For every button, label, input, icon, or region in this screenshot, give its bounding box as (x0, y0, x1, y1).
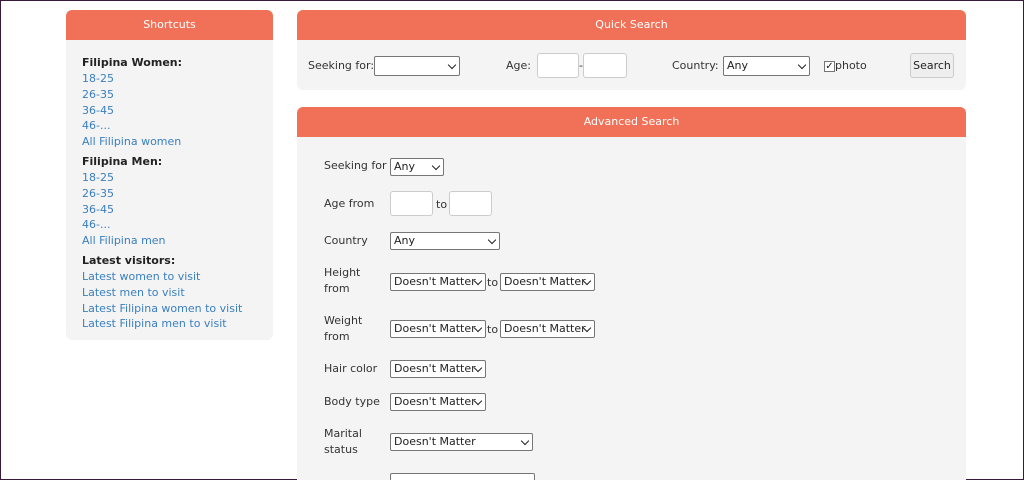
adv-country-select[interactable]: Any (390, 232, 500, 250)
adv-country-value: Any (394, 234, 416, 247)
age-label: Age: (506, 59, 531, 72)
adv-weight-to-select[interactable]: Doesn't Matter (500, 320, 595, 338)
seeking-label: Seeking for: (308, 59, 375, 72)
quick-search-panel: Quick Search Seeking for: Age: - Country… (297, 10, 966, 90)
shortcuts-title: Shortcuts (66, 10, 273, 40)
adv-marital-label-2: status (324, 443, 358, 456)
adv-weight-to-text: to (487, 323, 499, 336)
advanced-search-title: Advanced Search (297, 107, 966, 137)
adv-body-select[interactable]: Doesn't Matter (390, 393, 486, 411)
adv-height-to-text: to (487, 276, 499, 289)
adv-seeking-label: Seeking for (324, 159, 387, 172)
adv-next-select[interactable] (390, 473, 535, 480)
adv-height-label-2: from (324, 282, 350, 295)
latest-visitors-group: Latest visitors: Latest women to visit L… (82, 253, 273, 332)
adv-age-min-input[interactable] (390, 191, 433, 216)
adv-body-value: Doesn't Matter (394, 395, 476, 408)
age-min-input[interactable] (537, 53, 579, 78)
country-value: Any (727, 59, 749, 72)
adv-height-label-1: Height (324, 266, 361, 279)
link-men-18-25[interactable]: 18-25 (82, 170, 273, 186)
adv-marital-label-1: Marital (324, 427, 362, 440)
search-button[interactable]: Search (910, 53, 954, 78)
adv-seeking-select[interactable]: Any (390, 158, 444, 176)
chevron-down-icon (431, 161, 441, 171)
adv-marital-value: Doesn't Matter (394, 435, 476, 448)
photo-label: photo (835, 59, 867, 72)
adv-height-from-select[interactable]: Doesn't Matter (390, 273, 486, 291)
advanced-search-panel: Advanced Search Seeking for Any Age from… (297, 107, 966, 480)
adv-weight-from-select[interactable]: Doesn't Matter (390, 320, 486, 338)
chevron-down-icon (520, 436, 530, 446)
link-men-46[interactable]: 46-... (82, 217, 273, 233)
link-women-18-25[interactable]: 18-25 (82, 71, 273, 87)
adv-weight-to-value: Doesn't Matter (504, 322, 586, 335)
chevron-down-icon (487, 235, 497, 245)
adv-age-label: Age from (324, 197, 375, 210)
adv-weight-label-2: from (324, 330, 350, 343)
quick-search-title: Quick Search (297, 10, 966, 40)
link-women-46[interactable]: 46-... (82, 118, 273, 134)
adv-height-to-value: Doesn't Matter (504, 275, 586, 288)
link-latest-men[interactable]: Latest men to visit (82, 285, 273, 301)
filipina-men-group: Filipina Men: 18-25 26-35 36-45 46-... A… (82, 154, 273, 249)
adv-hair-label: Hair color (324, 362, 378, 375)
adv-country-label: Country (324, 234, 368, 247)
adv-weight-from-value: Doesn't Matter (394, 322, 476, 335)
link-men-36-45[interactable]: 36-45 (82, 202, 273, 218)
chevron-down-icon (797, 60, 807, 70)
group-title: Filipina Men: (82, 154, 163, 168)
advanced-search-body: Seeking for Any Age from to Country Any … (297, 137, 966, 480)
link-women-36-45[interactable]: 36-45 (82, 103, 273, 119)
quick-search-body: Seeking for: Age: - Country: Any ✓ photo… (297, 40, 966, 90)
adv-seeking-value: Any (394, 160, 416, 173)
age-max-input[interactable] (583, 53, 627, 78)
adv-height-to-select[interactable]: Doesn't Matter (500, 273, 595, 291)
country-label: Country: (672, 59, 719, 72)
seeking-select[interactable] (374, 56, 460, 76)
adv-age-max-input[interactable] (449, 191, 492, 216)
link-latest-filipina-women[interactable]: Latest Filipina women to visit (82, 301, 273, 317)
country-select[interactable]: Any (723, 56, 810, 76)
link-men-26-35[interactable]: 26-35 (82, 186, 273, 202)
link-women-26-35[interactable]: 26-35 (82, 87, 273, 103)
adv-hair-value: Doesn't Matter (394, 362, 476, 375)
link-all-women[interactable]: All Filipina women (82, 134, 273, 150)
filipina-women-group: Filipina Women: 18-25 26-35 36-45 46-...… (82, 55, 273, 150)
group-title: Filipina Women: (82, 56, 183, 69)
shortcuts-panel: Shortcuts Filipina Women: 18-25 26-35 36… (66, 10, 273, 340)
adv-marital-select[interactable]: Doesn't Matter (390, 433, 533, 451)
photo-checkbox[interactable]: ✓ (824, 61, 835, 72)
link-latest-women[interactable]: Latest women to visit (82, 269, 273, 285)
link-all-men[interactable]: All Filipina men (82, 233, 273, 249)
adv-height-from-value: Doesn't Matter (394, 275, 476, 288)
shortcuts-body: Filipina Women: 18-25 26-35 36-45 46-...… (66, 40, 273, 340)
group-title: Latest visitors: (82, 253, 176, 267)
adv-body-label: Body type (324, 395, 380, 408)
adv-weight-label-1: Weight (324, 314, 363, 327)
adv-age-to: to (436, 198, 448, 211)
chevron-down-icon (447, 60, 457, 70)
link-latest-filipina-men[interactable]: Latest Filipina men to visit (82, 316, 273, 332)
adv-hair-select[interactable]: Doesn't Matter (390, 360, 486, 378)
